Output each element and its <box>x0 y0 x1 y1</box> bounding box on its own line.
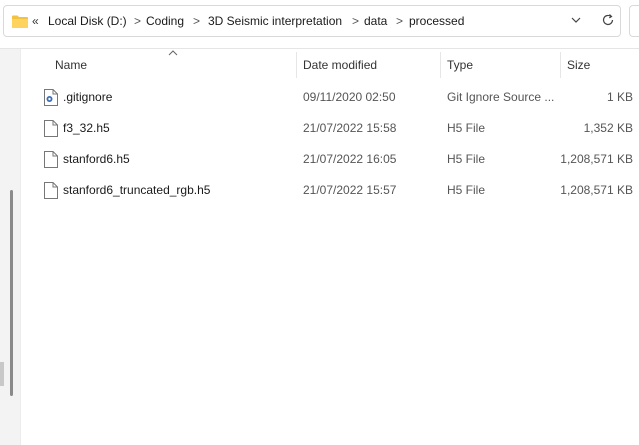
column-header-row: Name Date modified Type Size <box>21 52 639 78</box>
file-icon <box>44 151 58 168</box>
column-divider[interactable] <box>440 52 441 78</box>
file-row[interactable]: .gitignore 09/11/2020 02:50 Git Ignore S… <box>21 82 639 113</box>
file-type: Git Ignore Source ... <box>447 90 555 104</box>
breadcrumb-separator[interactable]: > <box>396 14 403 28</box>
breadcrumb-3d-seismic[interactable]: 3D Seismic interpretation <box>208 14 342 28</box>
column-divider[interactable] <box>560 52 561 78</box>
breadcrumb-separator[interactable]: > <box>134 14 141 28</box>
file-date-modified: 21/07/2022 16:05 <box>303 152 397 166</box>
folder-icon <box>12 15 28 28</box>
file-row[interactable]: stanford6_truncated_rgb.h5 21/07/2022 15… <box>21 175 639 206</box>
file-size: 1,208,571 KB <box>560 183 633 197</box>
column-header-type[interactable]: Type <box>447 52 473 78</box>
divider <box>0 48 639 49</box>
breadcrumb-coding[interactable]: Coding <box>146 14 184 28</box>
file-size: 1,208,571 KB <box>560 152 633 166</box>
breadcrumb-separator[interactable]: > <box>352 14 359 28</box>
file-icon <box>44 182 58 199</box>
breadcrumb-overflow-button[interactable]: « <box>32 14 39 28</box>
settings-file-icon <box>44 89 58 106</box>
file-row[interactable]: stanford6.h5 21/07/2022 16:05 H5 File 1,… <box>21 144 639 175</box>
file-name: f3_32.h5 <box>63 121 110 135</box>
scrollbar-edge[interactable] <box>0 362 4 386</box>
file-icon <box>44 120 58 137</box>
file-date-modified: 09/11/2020 02:50 <box>303 90 396 104</box>
column-header-size[interactable]: Size <box>567 52 590 78</box>
search-box[interactable] <box>629 5 639 37</box>
breadcrumb-processed[interactable]: processed <box>409 14 464 28</box>
top-bar: « Local Disk (D:) > Coding > 3D Seismic … <box>0 0 639 48</box>
file-size: 1 KB <box>606 90 633 104</box>
file-type: H5 File <box>447 183 486 197</box>
refresh-icon[interactable] <box>600 12 616 28</box>
file-date-modified: 21/07/2022 15:57 <box>303 183 397 197</box>
column-header-date-modified[interactable]: Date modified <box>303 52 377 78</box>
column-divider[interactable] <box>296 52 297 78</box>
file-type: H5 File <box>447 121 486 135</box>
file-date-modified: 21/07/2022 15:58 <box>303 121 397 135</box>
breadcrumb-local-disk[interactable]: Local Disk (D:) <box>48 14 127 28</box>
column-header-name[interactable]: Name <box>55 52 87 78</box>
file-size: 1,352 KB <box>583 121 633 135</box>
file-name: stanford6_truncated_rgb.h5 <box>63 183 211 197</box>
navigation-scrollbar-thumb[interactable] <box>10 190 13 396</box>
file-name: stanford6.h5 <box>63 152 130 166</box>
chevron-down-icon[interactable] <box>569 13 583 27</box>
breadcrumb-separator[interactable]: > <box>193 14 200 28</box>
breadcrumb-data[interactable]: data <box>364 14 387 28</box>
address-bar[interactable]: « Local Disk (D:) > Coding > 3D Seismic … <box>3 5 621 37</box>
file-row[interactable]: f3_32.h5 21/07/2022 15:58 H5 File 1,352 … <box>21 113 639 144</box>
file-name: .gitignore <box>63 90 113 104</box>
file-type: H5 File <box>447 152 486 166</box>
